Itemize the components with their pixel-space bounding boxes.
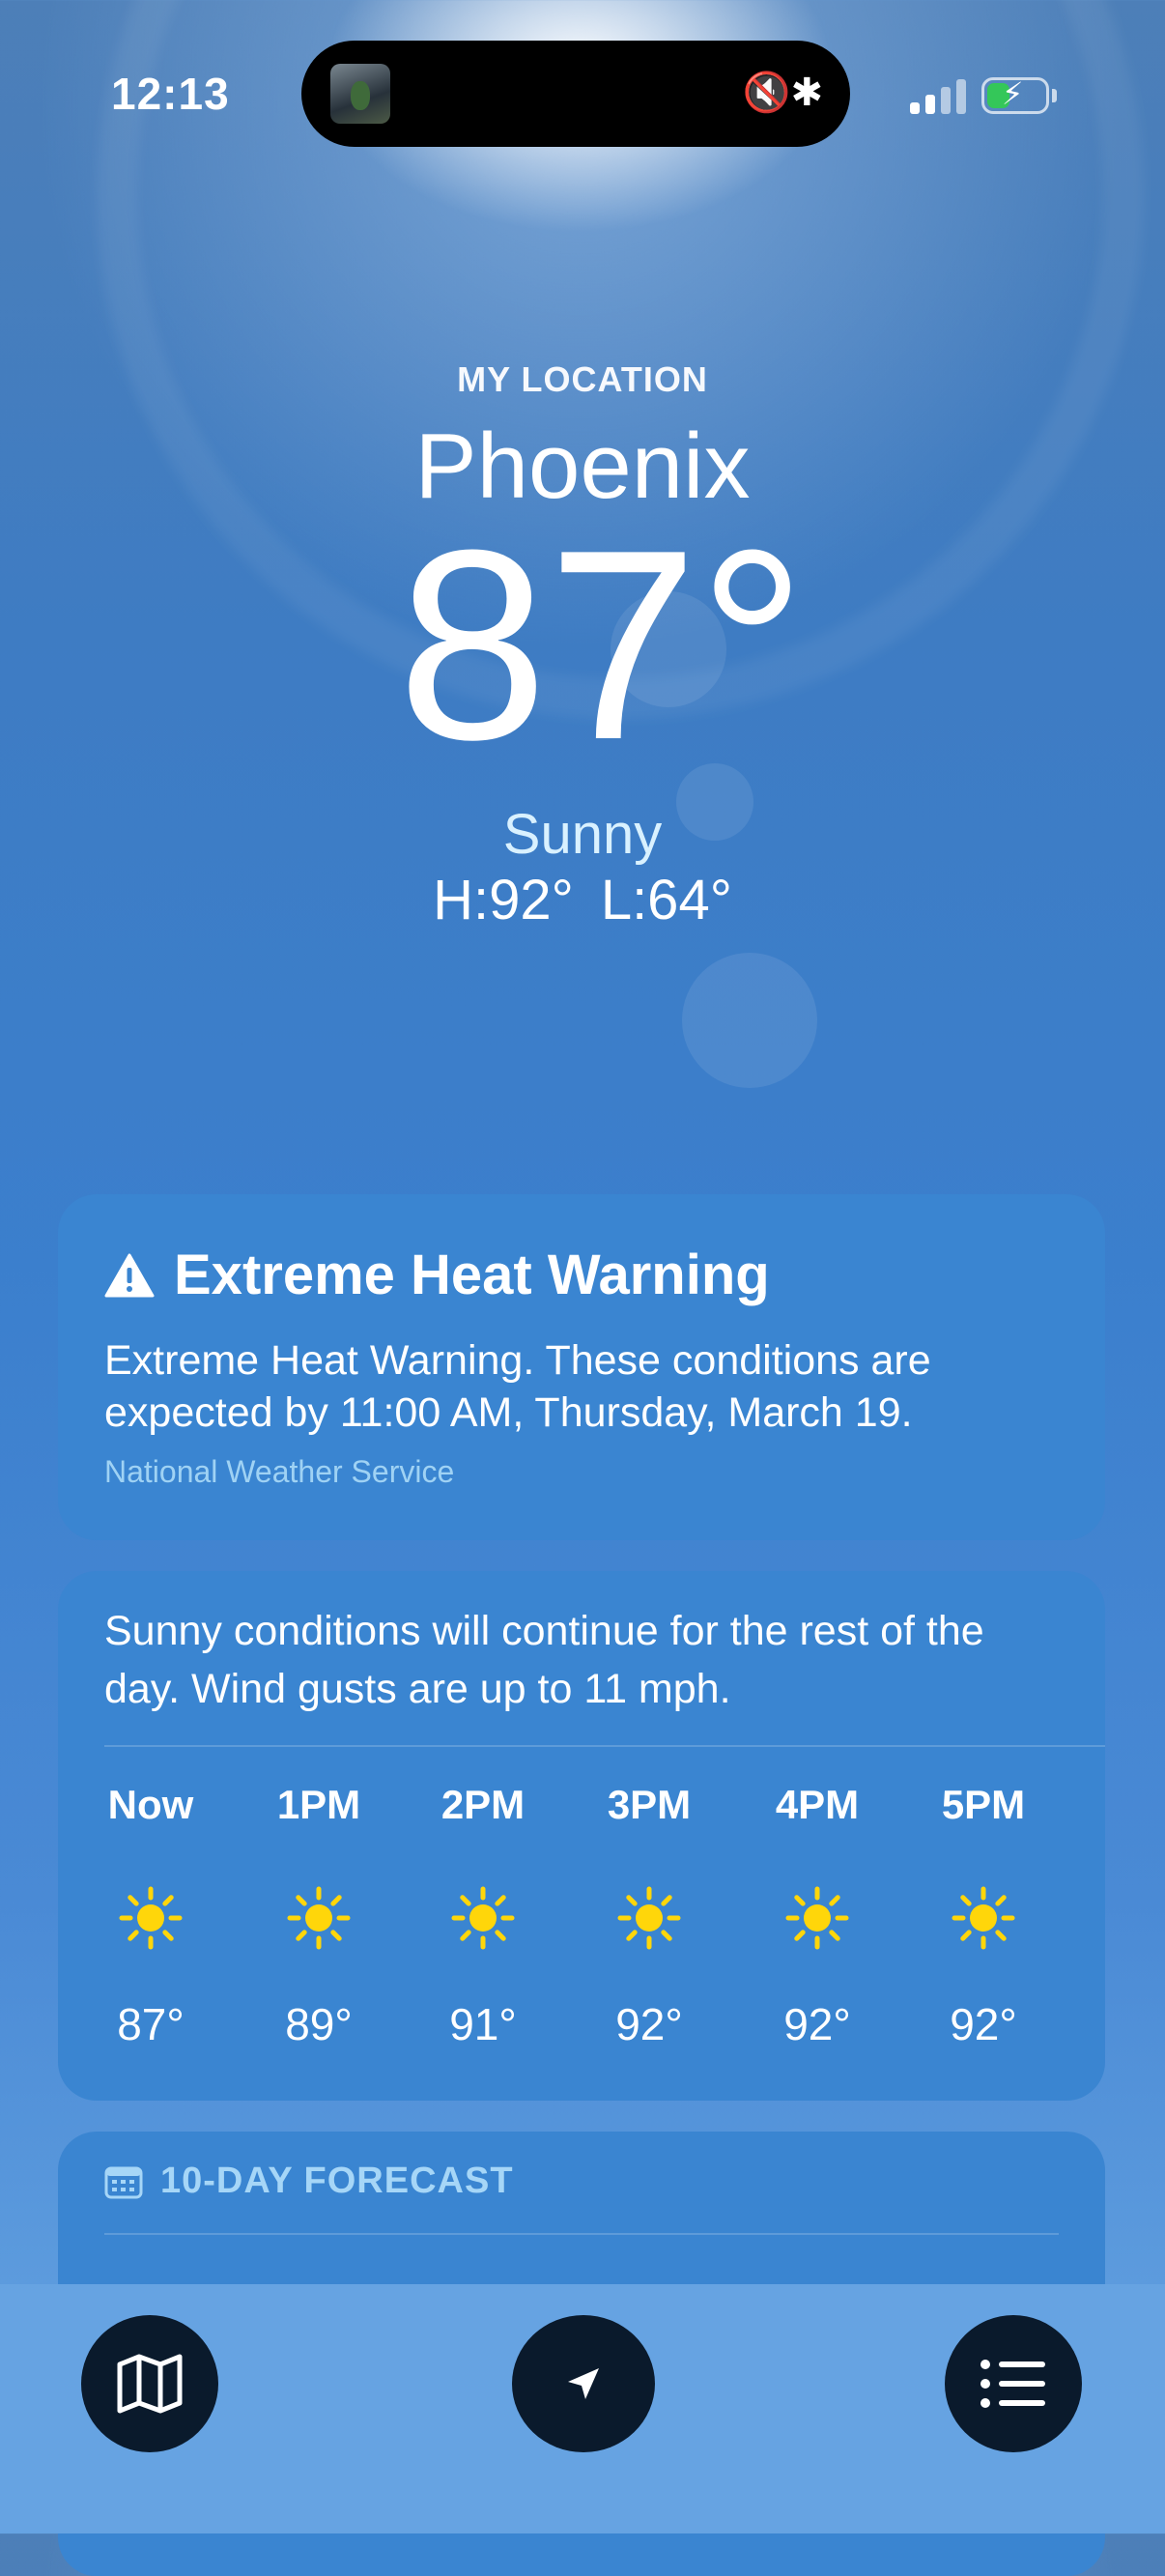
location-label: MY LOCATION: [457, 359, 708, 399]
hour-label: Now: [107, 1782, 194, 1827]
hour-item: 1PM 89°: [251, 1782, 386, 2050]
hour-label: 1PM: [276, 1782, 361, 1827]
current-location-button[interactable]: [512, 2315, 655, 2452]
alert-title: Extreme Heat Warning: [174, 1244, 770, 1306]
hour-item: 4PM 92°: [750, 1782, 885, 2050]
hour-item: 3PM 92°: [582, 1782, 717, 2050]
hourly-forecast-row[interactable]: Now 87° 1PM 89° 2PM 91° 3PM 92° 4PM 92° …: [104, 1782, 1080, 2072]
map-button[interactable]: [81, 2315, 218, 2452]
map-icon: [117, 2354, 183, 2414]
hour-item: 5PM 92°: [916, 1782, 1051, 2050]
hour-temp: 92°: [783, 1999, 851, 2049]
hour-label: 5PM: [941, 1782, 1026, 1827]
high-temp: H:92°: [433, 869, 574, 931]
sun-icon: [119, 1886, 183, 1950]
hour-label: 3PM: [607, 1782, 692, 1827]
hour-temp: 92°: [615, 1999, 683, 2049]
battery-icon: ⚡: [981, 76, 1049, 114]
list-icon: [980, 2360, 1045, 2408]
hourly-summary: Sunny conditions will continue for the r…: [104, 1608, 984, 1712]
warning-triangle-icon: [104, 1253, 155, 1297]
divider: [104, 2233, 1059, 2235]
hour-item: Now 87°: [83, 1782, 218, 2050]
hour-temp: 89°: [285, 1999, 353, 2049]
sun-icon: [287, 1886, 351, 1950]
calendar-icon: [104, 2166, 143, 2198]
hour-temp: 91°: [449, 1999, 517, 2049]
divider: [104, 1745, 1105, 1747]
sun-icon: [617, 1886, 681, 1950]
sun-icon: [785, 1886, 849, 1950]
battery-tip: [1052, 89, 1057, 102]
current-condition: Sunny: [502, 803, 663, 866]
severe-weather-alert-card[interactable]: Extreme Heat Warning Extreme Heat Warnin…: [58, 1194, 1105, 1540]
alert-body: Extreme Heat Warning. These conditions a…: [104, 1337, 931, 1436]
forecast-header: 10-DAY FORECAST: [104, 2161, 1059, 2202]
hour-label: 4PM: [775, 1782, 860, 1827]
alert-source[interactable]: National Weather Service: [104, 1454, 1059, 1490]
lens-flare: [682, 953, 817, 1088]
forecast-title: 10-DAY FORECAST: [160, 2161, 514, 2201]
status-time: 12:13: [111, 69, 230, 119]
hour-temp: 87°: [117, 1999, 185, 2049]
high-low: H:92° L:64°: [0, 868, 1165, 932]
current-temperature: 87°: [397, 495, 807, 796]
mute-bluetooth-icon: 🔇✱: [742, 72, 823, 114]
charging-bolt-icon: ⚡: [1002, 76, 1024, 111]
dynamic-island[interactable]: 🔇✱: [301, 41, 850, 147]
sun-icon: [451, 1886, 515, 1950]
low-temp: L:64°: [600, 869, 732, 931]
hour-label: 2PM: [440, 1782, 526, 1827]
hour-item: 2PM 91°: [415, 1782, 551, 2050]
city-list-button[interactable]: [945, 2315, 1082, 2452]
cellular-signal-icon: [910, 79, 970, 114]
hour-temp: 92°: [950, 1999, 1017, 2049]
location-arrow-icon: [568, 2368, 599, 2399]
alert-header: Extreme Heat Warning: [104, 1243, 1059, 1307]
now-playing-artwork: [330, 64, 390, 124]
sun-icon: [952, 1886, 1015, 1950]
hourly-forecast-card[interactable]: Sunny conditions will continue for the r…: [58, 1571, 1105, 2101]
